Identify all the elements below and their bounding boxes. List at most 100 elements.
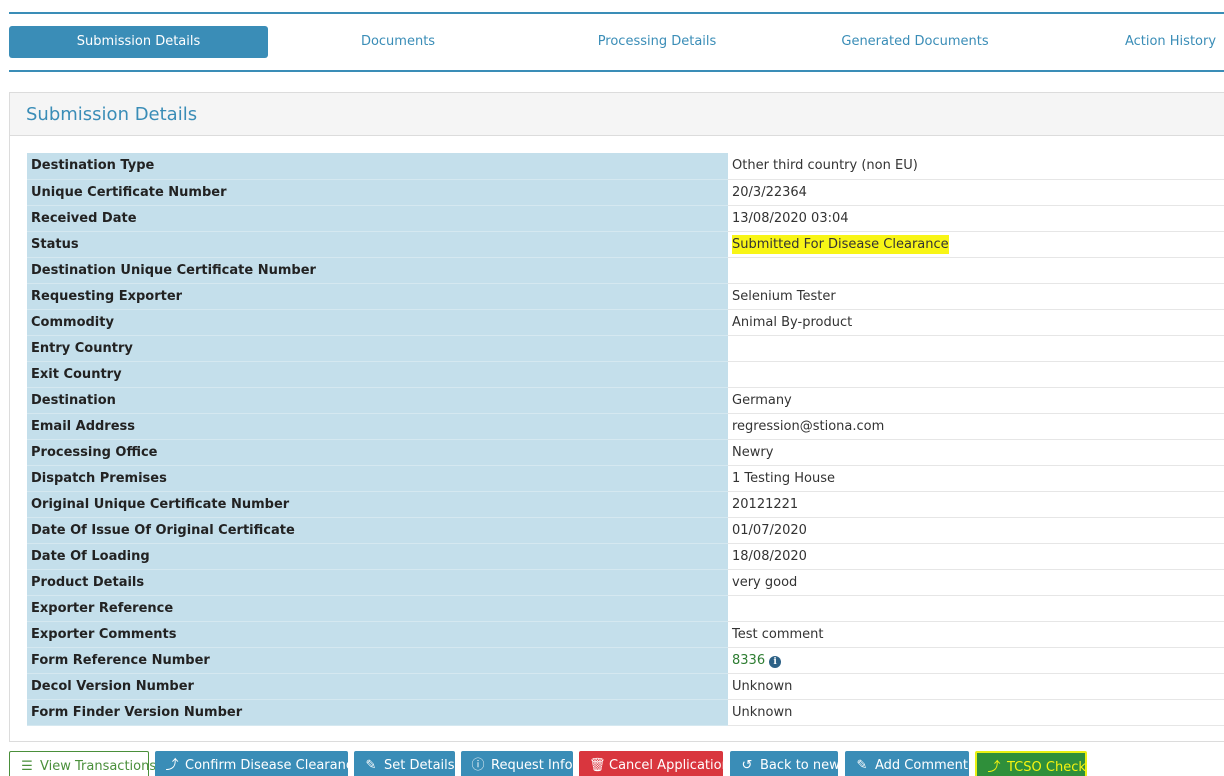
table-row: Decol Version Number Unknown	[27, 673, 1224, 700]
undo-icon: ↺	[741, 758, 753, 773]
row-value: 20121221	[728, 491, 1224, 518]
row-value: Germany	[728, 387, 1224, 414]
row-label: Processing Office	[27, 439, 728, 466]
table-row: Email Address regression@stiona.com	[27, 413, 1224, 440]
row-label: Destination Unique Certificate Number	[27, 257, 728, 284]
row-value: Unknown	[728, 673, 1224, 700]
row-value: 18/08/2020	[728, 543, 1224, 570]
row-label: Destination	[27, 387, 728, 414]
info-circle-icon: ⓘ	[471, 758, 485, 773]
row-label: Dispatch Premises	[27, 465, 728, 492]
set-details-button[interactable]: ✎ Set Details	[354, 751, 455, 776]
row-value	[728, 595, 1224, 622]
row-label: Commodity	[27, 309, 728, 336]
table-row: Original Unique Certificate Number 201212…	[27, 491, 1224, 518]
trash-icon: 🗑	[589, 758, 606, 773]
table-row: Destination Unique Certificate Number	[27, 257, 1224, 284]
row-value: Other third country (non EU)	[728, 153, 1224, 180]
cancel-application-label: Cancel Application	[609, 758, 730, 773]
table-row: Entry Country	[27, 335, 1224, 362]
row-value: 1 Testing House	[728, 465, 1224, 492]
row-label: Status	[27, 231, 728, 258]
table-row: Product Details very good	[27, 569, 1224, 596]
row-value: very good	[728, 569, 1224, 596]
row-label: Received Date	[27, 205, 728, 232]
tab-processing-details[interactable]: Processing Details	[587, 26, 727, 58]
panel-title: Submission Details	[10, 93, 1224, 136]
table-row: Unique Certificate Number 20/3/22364	[27, 179, 1224, 206]
row-label: Exporter Reference	[27, 595, 728, 622]
row-value: Test comment	[728, 621, 1224, 648]
table-row: Destination Germany	[27, 387, 1224, 414]
info-icon[interactable]: i	[769, 655, 782, 668]
row-value: Selenium Tester	[728, 283, 1224, 310]
share-icon: ⤴	[165, 758, 179, 773]
request-info-button[interactable]: ⓘ Request Info	[461, 751, 573, 776]
request-info-label: Request Info	[491, 758, 573, 773]
view-transactions-button[interactable]: ☰ View Transactions	[9, 751, 156, 776]
table-row: Date Of Issue Of Original Certificate 01/…	[27, 517, 1224, 544]
add-comment-button[interactable]: ✎ Add Comment	[845, 751, 969, 776]
tab-generated-documents[interactable]: Generated Documents	[835, 26, 995, 58]
set-details-label: Set Details	[384, 758, 455, 773]
table-row: Exporter Reference	[27, 595, 1224, 622]
row-label: Destination Type	[27, 153, 728, 180]
view-transactions-label: View Transactions	[40, 759, 157, 774]
tab-submission-details[interactable]: Submission Details	[9, 26, 268, 58]
form-reference-link[interactable]: 8336	[732, 653, 765, 668]
table-row: Form Finder Version Number Unknown	[27, 699, 1224, 726]
cancel-application-button[interactable]: 🗑 Cancel Application	[579, 751, 730, 776]
row-label: Date Of Issue Of Original Certificate	[27, 517, 728, 544]
details-table: Destination Type Other third country (non…	[27, 153, 1224, 726]
table-row: Received Date 13/08/2020 03:04	[27, 205, 1224, 232]
confirm-disease-clearance-label: Confirm Disease Clearance	[185, 758, 361, 773]
status-badge: Submitted For Disease Clearance	[732, 234, 949, 254]
edit-icon: ✎	[365, 758, 377, 773]
table-row: Processing Office Newry	[27, 439, 1224, 466]
row-label: Form Reference Number	[27, 647, 728, 674]
row-label: Original Unique Certificate Number	[27, 491, 728, 518]
table-row: Status Submitted For Disease Clearance	[27, 231, 1224, 258]
row-label: Product Details	[27, 569, 728, 596]
row-label: Unique Certificate Number	[27, 179, 728, 206]
table-row: Requesting Exporter Selenium Tester	[27, 283, 1224, 310]
row-label: Exit Country	[27, 361, 728, 388]
row-value: regression@stiona.com	[728, 413, 1224, 440]
row-value: 8336 i	[728, 647, 1224, 674]
row-value	[728, 361, 1224, 388]
row-value: Submitted For Disease Clearance	[728, 231, 1224, 258]
table-row: Exporter Comments Test comment	[27, 621, 1224, 648]
add-comment-label: Add Comment	[875, 758, 968, 773]
tab-bar: Submission Details Documents Processing …	[9, 12, 1224, 72]
tcso-check-button[interactable]: ⤴ TCSO Check	[975, 751, 1087, 776]
row-label: Entry Country	[27, 335, 728, 362]
row-value: 01/07/2020	[728, 517, 1224, 544]
row-value: Unknown	[728, 699, 1224, 726]
table-row: Exit Country	[27, 361, 1224, 388]
row-value: 13/08/2020 03:04	[728, 205, 1224, 232]
row-label: Form Finder Version Number	[27, 699, 728, 726]
row-label: Requesting Exporter	[27, 283, 728, 310]
table-row: Commodity Animal By-product	[27, 309, 1224, 336]
table-row: Form Reference Number 8336 i	[27, 647, 1224, 674]
back-to-new-button[interactable]: ↺ Back to new	[730, 751, 840, 776]
row-value: Animal By-product	[728, 309, 1224, 336]
tab-documents[interactable]: Documents	[338, 26, 458, 58]
row-label: Date Of Loading	[27, 543, 728, 570]
row-value	[728, 335, 1224, 362]
tab-action-history[interactable]: Action History	[1117, 26, 1224, 58]
share-icon: ⤴	[987, 760, 1001, 775]
table-row: Destination Type Other third country (non…	[27, 153, 1224, 180]
list-icon: ☰	[21, 759, 33, 774]
row-label: Email Address	[27, 413, 728, 440]
row-value	[728, 257, 1224, 284]
row-label: Decol Version Number	[27, 673, 728, 700]
row-label: Exporter Comments	[27, 621, 728, 648]
confirm-disease-clearance-button[interactable]: ⤴ Confirm Disease Clearance	[155, 751, 361, 776]
row-value: 20/3/22364	[728, 179, 1224, 206]
tcso-check-label: TCSO Check	[1007, 760, 1086, 775]
table-row: Dispatch Premises 1 Testing House	[27, 465, 1224, 492]
table-row: Date Of Loading 18/08/2020	[27, 543, 1224, 570]
row-value: Newry	[728, 439, 1224, 466]
back-to-new-label: Back to new	[760, 758, 840, 773]
